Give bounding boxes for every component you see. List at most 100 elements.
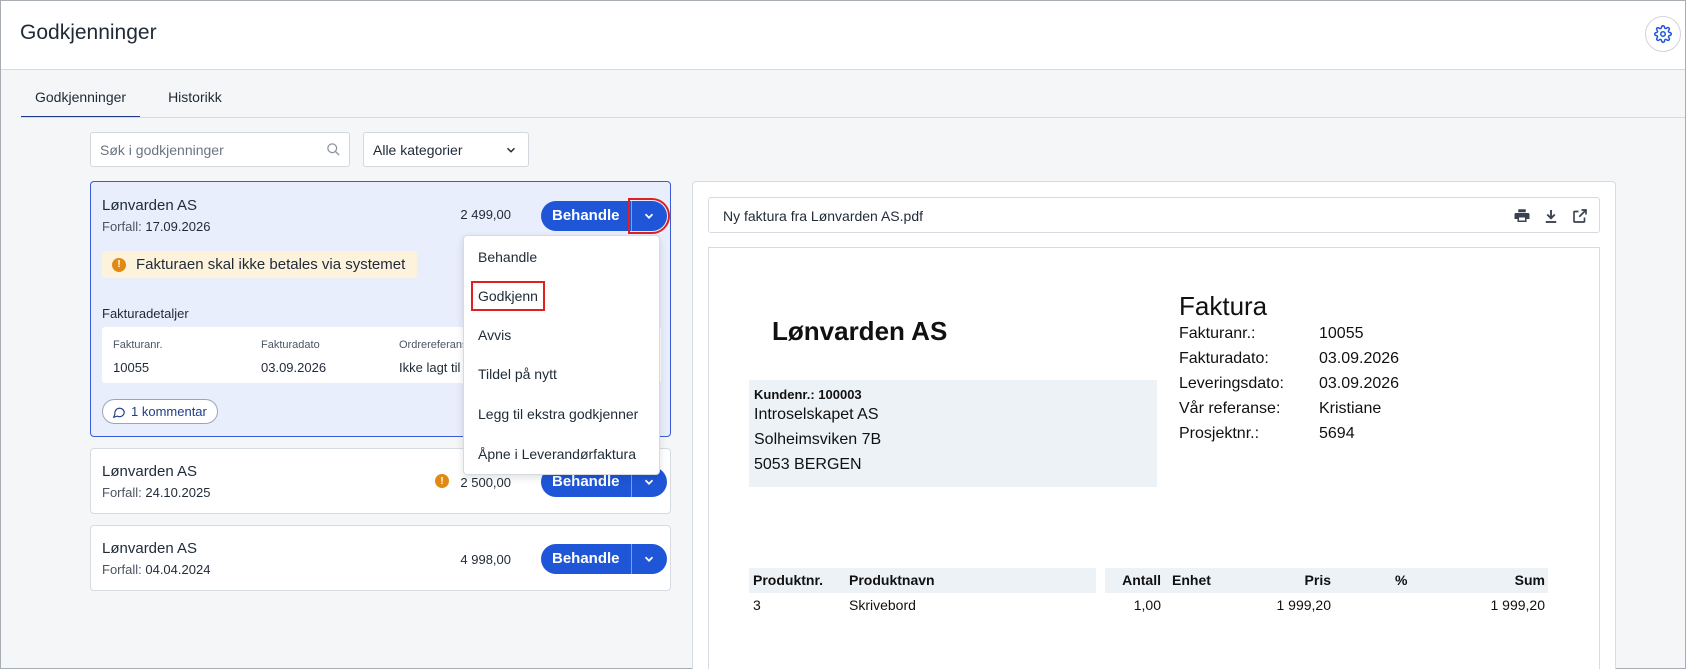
amount: 4 998,00 xyxy=(460,552,511,567)
behandle-split-button: Behandle xyxy=(541,544,667,574)
meta-value: 5694 xyxy=(1319,425,1355,442)
due-value: 17.09.2026 xyxy=(145,219,211,234)
invoice-meta: Fakturanr.: 10055 Fakturadato: 03.09.2026 … xyxy=(1179,325,1399,450)
approval-card[interactable]: Lønvarden AS Forfall: 04.04.2024 4 998,0… xyxy=(90,525,671,591)
cell-sum: 1 999,20 xyxy=(1490,597,1546,613)
pdf-page: Lønvarden AS Faktura Fakturanr.: 10055 Fa… xyxy=(708,247,1600,669)
customer-line: Solheimsviken 7B xyxy=(754,431,882,448)
amount: 2 499,00 xyxy=(460,207,511,222)
header-sum: Sum xyxy=(1514,572,1545,588)
detail-label: Fakturanr. xyxy=(113,339,163,351)
document-viewer: Ny faktura fra Lønvarden AS.pdf Lønvarde… xyxy=(692,181,1616,669)
meta-row: Leveringsdato: 03.09.2026 xyxy=(1179,375,1399,400)
header-enhet: Enhet xyxy=(1172,572,1211,588)
customer-address: Kundenr.: 100003 Introselskapet AS Solhe… xyxy=(749,380,1157,487)
vendor-name: Lønvarden AS xyxy=(102,463,198,480)
cell-produktnr: 3 xyxy=(753,597,761,613)
cell-produktnavn: Skrivebord xyxy=(849,597,916,613)
meta-label: Vår referanse: xyxy=(1179,400,1281,417)
meta-value: 10055 xyxy=(1319,325,1364,342)
settings-button[interactable] xyxy=(1645,16,1681,52)
file-name: Ny faktura fra Lønvarden AS.pdf xyxy=(723,208,923,224)
behandle-dropdown-menu: Behandle Godkjenn Avvis Tildel på nytt L… xyxy=(463,235,660,475)
meta-row: Prosjektnr.: 5694 xyxy=(1179,425,1399,450)
behandle-split-button: Behandle xyxy=(541,198,670,234)
vendor-name: Lønvarden AS xyxy=(102,197,198,214)
open-external-icon[interactable] xyxy=(1571,207,1589,225)
due-date: Forfall: 24.10.2025 xyxy=(102,485,210,500)
menu-item-ekstra-godkjenner[interactable]: Legg til ekstra godkjenner xyxy=(478,406,638,422)
menu-item-leverandorfaktura[interactable]: Åpne i Leverandørfaktura xyxy=(478,446,636,462)
customer-line: 5053 BERGEN xyxy=(754,456,862,473)
tab-godkjenninger[interactable]: Godkjenninger xyxy=(21,84,141,118)
amount: 2 500,00 xyxy=(460,475,511,490)
details-title: Fakturadetaljer xyxy=(102,306,189,321)
warning-icon: ! xyxy=(112,257,126,272)
behandle-button[interactable]: Behandle xyxy=(541,201,631,231)
header-produktnr: Produktnr. xyxy=(753,572,824,588)
menu-item-godkjenn[interactable]: Godkjenn xyxy=(471,281,545,311)
menu-item-tildel[interactable]: Tildel på nytt xyxy=(478,366,557,382)
meta-value: 03.09.2026 xyxy=(1319,375,1400,392)
header-pris: Pris xyxy=(1304,572,1331,588)
search-input[interactable] xyxy=(91,133,311,166)
table-row: 3 Skrivebord 1,00 1 999,20 1 999,20 xyxy=(749,593,1545,618)
menu-item-avvis[interactable]: Avvis xyxy=(478,327,511,343)
customer-line: Introselskapet AS xyxy=(754,406,879,423)
tab-divider xyxy=(21,117,1685,118)
file-bar: Ny faktura fra Lønvarden AS.pdf xyxy=(708,197,1600,233)
search-box xyxy=(90,132,350,167)
vendor-name: Lønvarden AS xyxy=(102,540,198,557)
comments-button[interactable]: 1 kommentar xyxy=(102,399,218,424)
header-produktnavn: Produktnavn xyxy=(849,572,935,588)
chevron-down-icon xyxy=(644,213,654,219)
invoice-company: Lønvarden AS xyxy=(772,316,948,346)
download-icon[interactable] xyxy=(1542,207,1560,225)
meta-row: Fakturanr.: 10055 xyxy=(1179,325,1399,350)
print-icon[interactable] xyxy=(1513,207,1531,225)
comment-icon xyxy=(112,407,125,418)
meta-label: Prosjektnr.: xyxy=(1179,425,1260,442)
due-value: 24.10.2025 xyxy=(145,485,211,500)
meta-value: Kristiane xyxy=(1319,400,1382,417)
behandle-menu-toggle[interactable] xyxy=(630,544,667,574)
meta-label: Fakturanr.: xyxy=(1179,325,1256,342)
tab-historikk[interactable]: Historikk xyxy=(154,84,236,118)
warning-banner: ! Fakturaen skal ikke betales via system… xyxy=(102,251,418,278)
meta-row: Vår referanse: Kristiane xyxy=(1179,400,1399,425)
header-prosent: % xyxy=(1395,572,1408,588)
meta-label: Leveringsdato: xyxy=(1179,375,1284,392)
due-value: 04.04.2024 xyxy=(145,562,211,577)
detail-value: 03.09.2026 xyxy=(261,360,327,375)
chevron-down-icon xyxy=(644,556,654,562)
behandle-button[interactable]: Behandle xyxy=(541,544,631,574)
meta-value: 03.09.2026 xyxy=(1319,350,1400,367)
due-date: Forfall: 04.04.2024 xyxy=(102,562,210,577)
category-select[interactable]: Alle kategorier xyxy=(363,132,529,167)
detail-fakturanr: Fakturanr. 10055 xyxy=(113,339,163,375)
warning-text: Fakturaen skal ikke betales via systemet xyxy=(136,256,406,273)
due-date: Forfall: 17.09.2026 xyxy=(102,219,210,234)
cell-pris: 1 999,20 xyxy=(1276,597,1332,613)
detail-label: Fakturadato xyxy=(261,339,320,351)
due-label: Forfall: xyxy=(102,219,142,234)
meta-row: Fakturadato: 03.09.2026 xyxy=(1179,350,1399,375)
page-title: Godkjenninger xyxy=(20,21,157,44)
due-label: Forfall: xyxy=(102,485,142,500)
behandle-menu-toggle[interactable] xyxy=(627,198,670,234)
tab-bar: Godkjenninger Historikk xyxy=(21,84,236,118)
chevron-down-icon xyxy=(506,147,516,153)
header-antall: Antall xyxy=(1122,572,1161,588)
search-icon[interactable] xyxy=(326,142,341,157)
detail-fakturadato: Fakturadato 03.09.2026 xyxy=(261,339,326,375)
customer-number: Kundenr.: 100003 xyxy=(754,387,862,402)
detail-value: 10055 xyxy=(113,360,150,375)
menu-item-behandle[interactable]: Behandle xyxy=(478,249,537,265)
meta-label: Fakturadato: xyxy=(1179,350,1269,367)
gear-icon xyxy=(1654,25,1672,43)
comments-count: 1 kommentar xyxy=(131,404,207,419)
cell-antall: 1,00 xyxy=(1133,597,1161,613)
category-select-value: Alle kategorier xyxy=(373,142,463,158)
file-actions xyxy=(1513,207,1589,225)
chevron-down-icon xyxy=(644,479,654,485)
